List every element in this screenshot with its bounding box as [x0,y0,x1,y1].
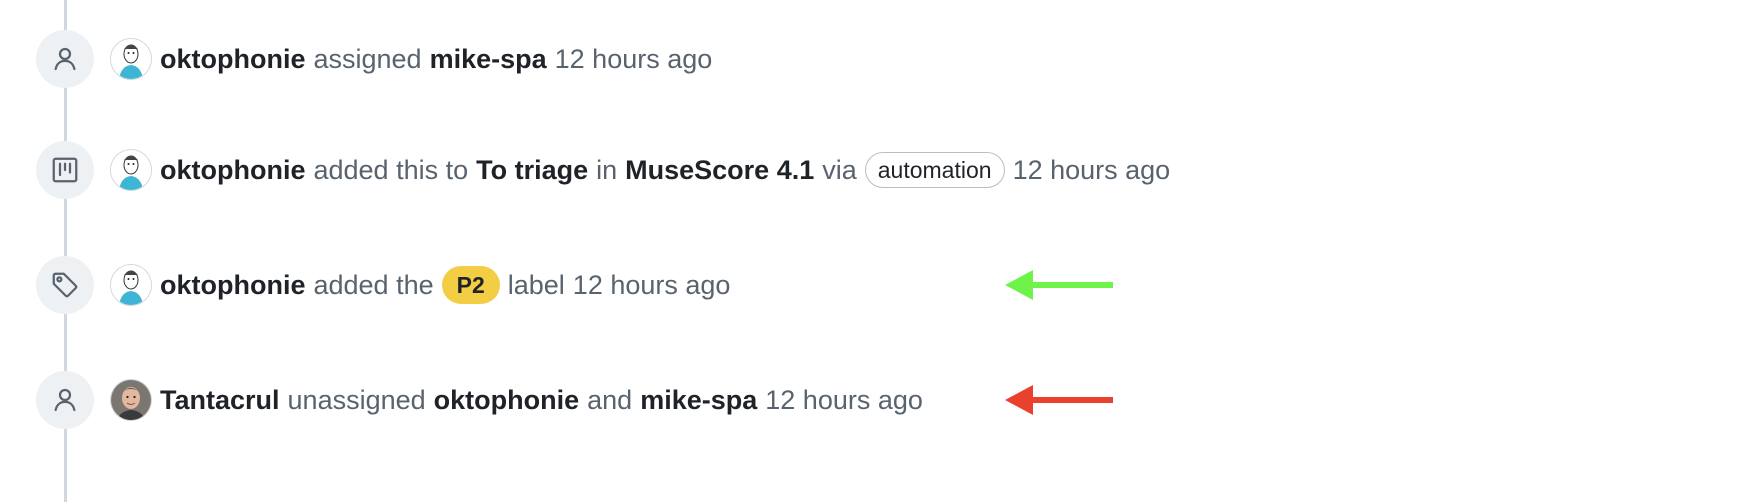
timeline-event-labeled: oktophonie added the P2 label 12 hours a… [0,256,1746,316]
event-text-part: via [822,154,857,185]
event-text-part: in [596,154,618,185]
event-verb: unassigned [287,384,426,415]
project-column-name: To triage [476,154,589,185]
assignee-link[interactable]: mike-spa [640,385,757,416]
actor-link[interactable]: oktophonie [160,270,305,301]
assignee-link[interactable]: mike-spa [430,44,547,75]
timeline-event-added-to-project: oktophonie added this to To triage in Mu… [0,141,1746,201]
timestamp-link[interactable]: 12 hours ago [1013,155,1171,186]
event-text: oktophonie added this to To triage in Mu… [160,141,1170,199]
event-verb: assigned [313,43,422,74]
automation-badge: automation [864,152,1005,188]
label-badge[interactable]: P2 [441,266,500,304]
assignee-link[interactable]: oktophonie [434,385,579,416]
timeline-event-unassigned: Tantacrul unassigned oktophonie and mike… [0,371,1746,431]
actor-link[interactable]: oktophonie [160,44,305,75]
actor-link[interactable]: Tantacrul [160,385,280,416]
person-icon [36,30,94,88]
timestamp-link[interactable]: 12 hours ago [555,44,713,75]
timestamp-link[interactable]: 12 hours ago [765,385,923,416]
avatar[interactable] [110,379,152,421]
avatar[interactable] [110,264,152,306]
tag-icon [36,256,94,314]
project-link[interactable]: MuseScore 4.1 [625,155,814,186]
avatar[interactable] [110,149,152,191]
event-text-part: and [587,384,633,415]
event-text-part: label [507,269,565,300]
timestamp-link[interactable]: 12 hours ago [573,270,731,301]
project-icon [36,141,94,199]
person-icon [36,371,94,429]
avatar[interactable] [110,38,152,80]
green-arrow-icon [1005,270,1113,300]
event-text: oktophonie assigned mike-spa 12 hours ag… [160,30,712,88]
event-text-part: added this to [313,154,469,185]
event-text-part: added the [313,269,434,300]
event-text: Tantacrul unassigned oktophonie and mike… [160,371,923,429]
event-text: oktophonie added the P2 label 12 hours a… [160,256,730,314]
actor-link[interactable]: oktophonie [160,155,305,186]
red-arrow-icon [1005,385,1113,415]
timeline-event-assigned: oktophonie assigned mike-spa 12 hours ag… [0,30,1746,90]
